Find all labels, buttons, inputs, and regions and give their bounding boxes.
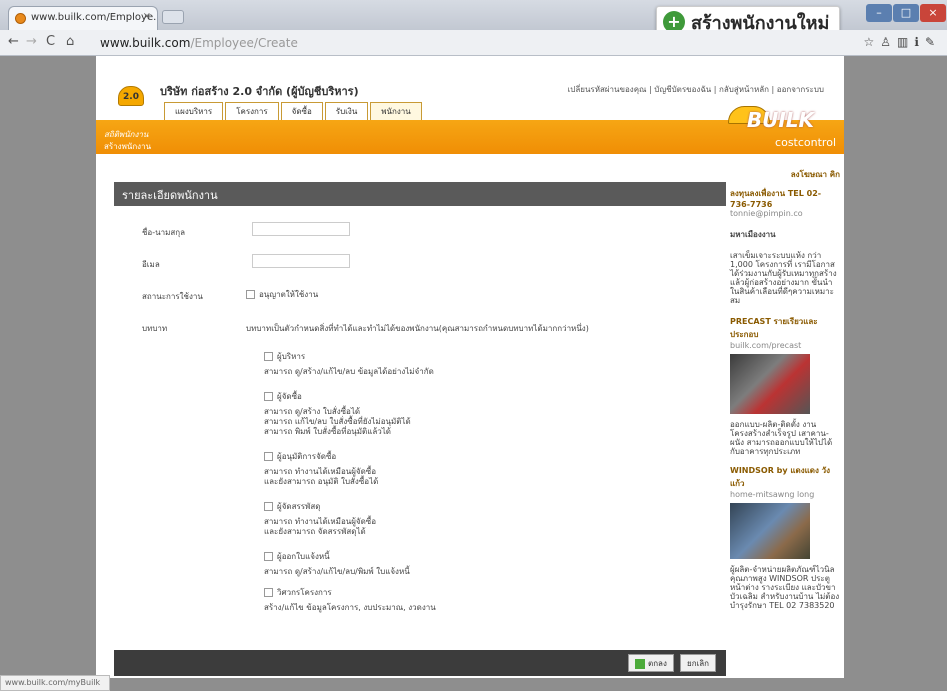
status-label: สถานะการใช้งาน <box>142 292 203 301</box>
windsor-sub: home-mitsawng long <box>730 490 815 499</box>
role-checkbox-approver[interactable] <box>264 452 273 461</box>
check-icon <box>635 658 645 669</box>
role-desc: สร้าง/แก้ไข ข้อมูลโครงการ, งบประมาณ, งวด… <box>264 603 436 612</box>
page-content: 2.0 บริษัท ก่อสร้าง 2.0 จำกัด (ผู้บัญชีบ… <box>96 56 844 678</box>
status-bar: www.builk.com/myBuilk <box>0 675 110 691</box>
tab-title: www.builk.com/Employe... <box>31 12 158 23</box>
role-desc: สามารถ ทำงานได้เหมือนผู้จัดซื้อ <box>264 517 377 526</box>
windsor-desc: ผู้ผลิต-จำหน่ายผลิตภัณฑ์ไวนิลคุณภาพสูง W… <box>730 565 840 610</box>
role-checkbox-admin[interactable] <box>264 352 273 361</box>
name-label: ชื่อ-นามสกุล <box>142 228 185 237</box>
status-option: อนุญาตให้ใช้งาน <box>246 288 318 301</box>
minimize-icon[interactable]: – <box>866 4 892 22</box>
orange-banner <box>96 120 844 154</box>
panel-title: รายละเอียดพนักงาน <box>114 182 726 206</box>
top-links[interactable]: เปลี่ยนรหัสผ่านของคุณ | บัญชีบัตรของฉัน … <box>568 83 824 96</box>
url-field[interactable]: www.builk.com/Employee/Create <box>100 36 298 50</box>
windsor-title[interactable]: WINDSOR by แดงแดง วังแก้ว <box>730 464 840 490</box>
precast-ad-image[interactable] <box>730 354 810 414</box>
address-bar: ← → C ⌂ www.builk.com/Employee/Create ☆♙… <box>0 30 947 56</box>
nav-tab-employees[interactable]: พนักงาน <box>370 102 422 120</box>
save-button[interactable]: ตกลง <box>628 654 674 672</box>
precast-desc: ออกแบบ-ผลิต-ติดตั้ง งานโครงสร้างสำเร็จรู… <box>730 420 833 456</box>
role-desc: สามารถ ดู/สร้าง ใบสั่งซื้อได้ <box>264 407 361 416</box>
role-checkbox-invoicer[interactable] <box>264 552 273 561</box>
close-tab-icon[interactable]: × <box>143 11 151 22</box>
role-desc: สามารถ ทำงานได้เหมือนผู้จัดซื้อ <box>264 467 377 476</box>
role-desc: สามารถ ดู/สร้าง/แก้ไข/ลบ/พิมพ์ ใบแจ้งหนี… <box>264 567 410 576</box>
role-desc: และยังสามารถ จัดสรรพัสดุได้ <box>264 527 366 536</box>
url-host: www.builk.com <box>100 36 191 50</box>
builk-logo[interactable]: BUILK <box>747 108 814 132</box>
precast-url[interactable]: builk.com/precast <box>730 341 840 350</box>
reload-icon[interactable]: C <box>46 34 55 49</box>
nav-tab-projects[interactable]: โครงการ <box>225 102 279 120</box>
role-name: ผู้จัดสรรพัสดุ <box>277 502 321 511</box>
costcontrol-logo: costcontrol <box>775 136 836 149</box>
email-label: อีเมล <box>142 260 160 269</box>
cancel-button[interactable]: ยกเลิก <box>680 654 717 672</box>
toolbar-icons[interactable]: ☆♙▥ℹ✎ <box>864 35 941 49</box>
email-input[interactable] <box>252 254 350 268</box>
form-action-bar: ตกลง ยกเลิก <box>114 650 726 676</box>
browser-tab[interactable]: www.builk.com/Employe... × <box>8 6 158 30</box>
role-option-purchaser: ผู้จัดซื้อ สามารถ ดู/สร้าง ใบสั่งซื้อได้… <box>264 390 411 437</box>
contact-line: ลงทุนลงเพื่องาน TEL 02-736-7736 <box>730 189 822 209</box>
role-option-admin: ผู้บริหาร สามารถ ดู/สร้าง/แก้ไข/ลบ ข้อมู… <box>264 350 434 377</box>
role-desc: สามารถ พิมพ์ ใบสั่งซื้อที่อนุมัติแล้วได้ <box>264 427 391 436</box>
brand-blurb: เสาเข็มเจาะระบบแห้ง กว่า 1,000 โครงการที… <box>730 251 837 305</box>
role-desc: สามารถ แก้ไข/ลบ ใบสั่งซื้อที่ยังไม่อนุมั… <box>264 417 411 426</box>
brand-logo[interactable]: มหาเมืองงาน <box>730 228 840 241</box>
role-checkbox-engineer[interactable] <box>264 588 273 597</box>
ad-label[interactable]: ลงโฆษณา คิก <box>730 168 840 181</box>
precast-title[interactable]: PRECAST รายเรียวและประกอบ <box>730 315 840 341</box>
save-label: ตกลง <box>648 659 667 668</box>
role-name: ผู้จัดซื้อ <box>277 392 302 401</box>
home-icon[interactable]: ⌂ <box>66 34 74 49</box>
windsor-ad-image[interactable] <box>730 503 810 559</box>
url-path: /Employee/Create <box>190 36 298 50</box>
name-input[interactable] <box>252 222 350 236</box>
new-tab-button[interactable] <box>162 10 184 24</box>
main-nav: แผงบริหาร โครงการ จัดซื้อ รับเงิน พนักงา… <box>164 102 422 120</box>
status-option-label: อนุญาตให้ใช้งาน <box>259 290 319 299</box>
role-name: ผู้อนุมัติการจัดซื้อ <box>277 452 337 461</box>
ad-sidebar: ลงโฆษณา คิก ลงทุนลงเพื่องาน TEL 02-736-7… <box>730 168 840 678</box>
company-name: บริษัท ก่อสร้าง 2.0 จำกัด (ผู้บัญชีบริหา… <box>160 85 359 98</box>
status-checkbox[interactable] <box>246 290 255 299</box>
role-checkbox-purchaser[interactable] <box>264 392 273 401</box>
nav-tab-dashboard[interactable]: แผงบริหาร <box>164 102 224 120</box>
close-window-icon[interactable]: × <box>920 4 946 22</box>
role-option-engineer: วิศวกรโครงการ สร้าง/แก้ไข ข้อมูลโครงการ,… <box>264 586 436 613</box>
role-name: วิศวกรโครงการ <box>277 588 332 597</box>
role-hint: บทบาทเป็นตัวกำหนดสิ่งที่ทำได้และทำไม่ได้… <box>246 324 589 333</box>
role-option-allocator: ผู้จัดสรรพัสดุ สามารถ ทำงานได้เหมือนผู้จ… <box>264 500 376 537</box>
back-icon[interactable]: ← <box>8 34 19 49</box>
contact-email[interactable]: tonnie@pimpin.co <box>730 209 840 218</box>
role-name: ผู้ออกใบแจ้งหนี้ <box>277 552 330 561</box>
employee-form-panel: รายละเอียดพนักงาน ชื่อ-นามสกุล อีเมล สถา… <box>114 182 726 678</box>
nav-tab-receivables[interactable]: รับเงิน <box>324 102 369 120</box>
builk-2-logo[interactable]: 2.0 <box>118 86 144 106</box>
role-label: บทบาท <box>142 324 168 333</box>
role-desc: และยังสามารถ อนุมัติ ใบสั่งซื้อได้ <box>264 477 379 486</box>
role-option-approver: ผู้อนุมัติการจัดซื้อ สามารถ ทำงานได้เหมื… <box>264 450 378 487</box>
breadcrumb-current: สร้างพนักงาน <box>104 142 152 151</box>
maximize-icon[interactable]: □ <box>893 4 919 22</box>
nav-tab-purchasing[interactable]: จัดซื้อ <box>280 102 323 120</box>
role-checkbox-allocator[interactable] <box>264 502 273 511</box>
forward-icon[interactable]: → <box>26 34 37 49</box>
role-desc: สามารถ ดู/สร้าง/แก้ไข/ลบ ข้อมูลได้อย่างไ… <box>264 367 434 376</box>
role-name: ผู้บริหาร <box>277 352 306 361</box>
favicon-icon <box>15 13 26 24</box>
role-option-invoicer: ผู้ออกใบแจ้งหนี้ สามารถ ดู/สร้าง/แก้ไข/ล… <box>264 550 410 577</box>
